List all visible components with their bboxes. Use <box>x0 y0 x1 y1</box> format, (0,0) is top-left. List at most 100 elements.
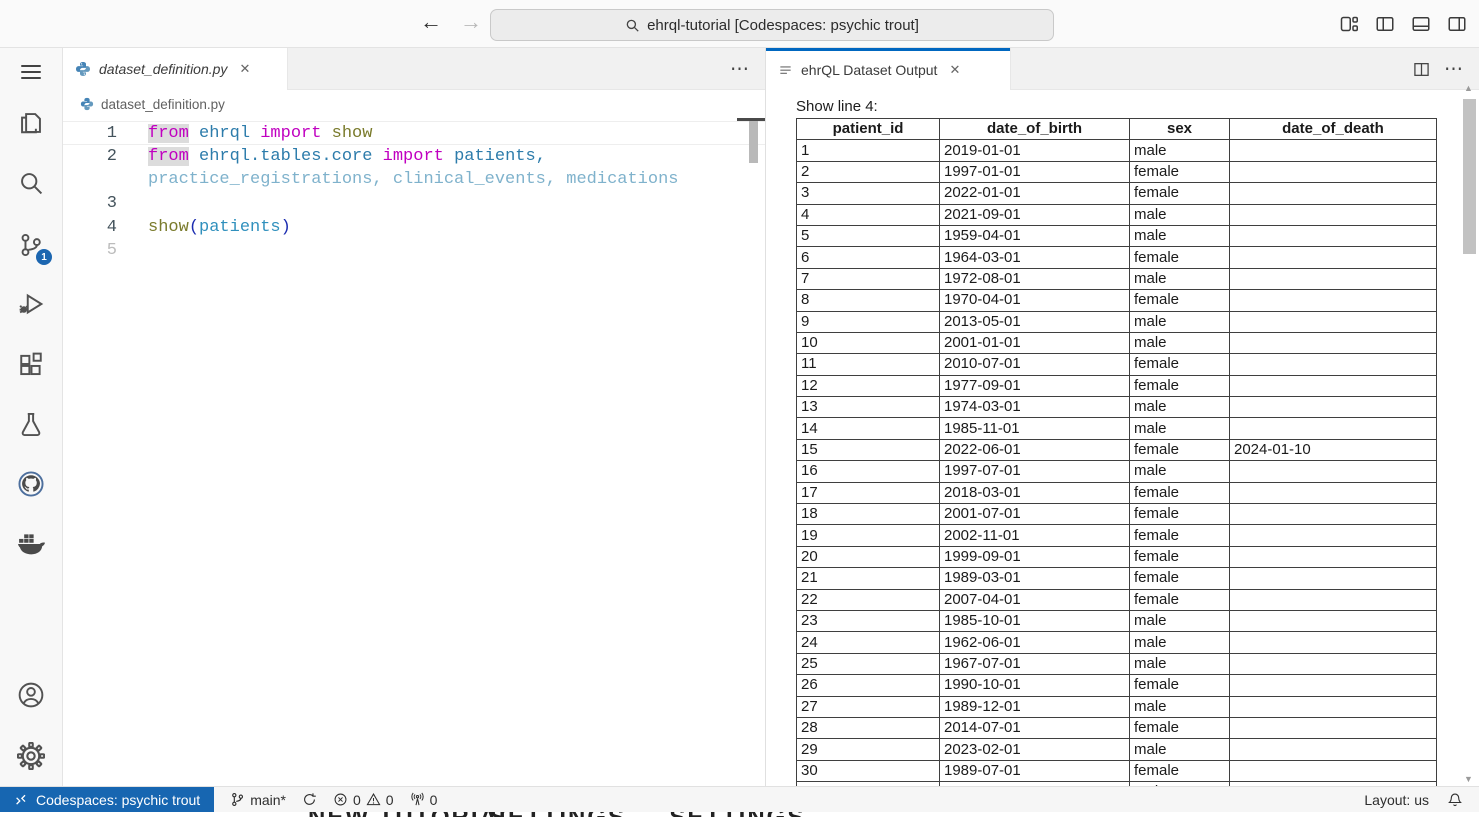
remote-indicator[interactable]: Codespaces: psychic trout <box>0 787 214 812</box>
code-line[interactable]: 2from ehrql.tables.core import patients, <box>63 145 765 169</box>
branch-label: main* <box>250 792 286 808</box>
code-line[interactable]: 5 <box>63 239 765 263</box>
toggle-secondary-sidebar-icon[interactable] <box>1447 14 1467 34</box>
notifications-bell[interactable] <box>1447 792 1463 808</box>
github-icon[interactable] <box>14 467 48 501</box>
table-cell: 23 <box>797 610 940 631</box>
command-center-search[interactable]: ehrql-tutorial [Codespaces: psychic trou… <box>490 9 1054 41</box>
ports-status[interactable]: 0 <box>410 792 438 808</box>
line-number: 1 <box>63 122 117 144</box>
branch-status[interactable]: main* <box>230 792 286 808</box>
table-cell <box>1230 375 1437 396</box>
code-line[interactable]: practice_registrations, clinical_events,… <box>63 168 765 192</box>
scroll-up-icon[interactable]: ▲ <box>1464 83 1473 93</box>
table-cell: 2022-06-01 <box>940 439 1130 460</box>
editor-scrollbar[interactable] <box>749 121 758 163</box>
accounts-icon[interactable] <box>14 678 48 712</box>
source-control-badge: 1 <box>36 249 52 265</box>
testing-icon[interactable] <box>14 407 48 441</box>
back-icon[interactable]: ← <box>420 9 442 35</box>
table-row: 121977-09-01female <box>797 375 1437 396</box>
table-cell: 17 <box>797 482 940 503</box>
table-cell <box>1230 183 1437 204</box>
table-row: 292023-02-01male <box>797 739 1437 760</box>
table-cell: female <box>1130 589 1230 610</box>
table-cell <box>1230 247 1437 268</box>
search-text: ehrql-tutorial [Codespaces: psychic trou… <box>647 17 919 34</box>
code-editor[interactable]: 1from ehrql import show2from ehrql.table… <box>63 118 765 263</box>
output-preview-icon <box>778 63 793 78</box>
source-control-icon[interactable]: 1 <box>14 228 48 262</box>
problems-status[interactable]: 0 0 <box>333 792 394 808</box>
tab-label: ehrQL Dataset Output <box>801 62 937 78</box>
table-row: 32022-01-01female <box>797 183 1437 204</box>
table-row: 282014-07-01female <box>797 717 1437 738</box>
breadcrumb[interactable]: dataset_definition.py <box>63 90 765 118</box>
table-cell: 1990-10-01 <box>940 675 1130 696</box>
scroll-down-icon[interactable]: ▼ <box>1464 774 1473 784</box>
table-cell: female <box>1130 546 1230 567</box>
table-cell: 21 <box>797 568 940 589</box>
search-view-icon[interactable] <box>14 166 48 200</box>
table-cell <box>1230 525 1437 546</box>
table-row: 271989-12-01male <box>797 696 1437 717</box>
customize-layout-icon[interactable] <box>1339 14 1359 34</box>
table-cell: male <box>1130 696 1230 717</box>
toggle-panel-icon[interactable] <box>1411 14 1431 34</box>
scrollbar-thumb[interactable] <box>1463 99 1476 254</box>
more-actions-icon[interactable]: ⋯ <box>1444 58 1463 81</box>
sync-button[interactable] <box>302 792 317 807</box>
table-cell <box>1230 418 1437 439</box>
table-cell: 1964-03-01 <box>940 247 1130 268</box>
table-row: 261990-10-01female <box>797 675 1437 696</box>
code-line[interactable]: 4show(patients) <box>63 216 765 240</box>
table-cell: 11 <box>797 354 940 375</box>
table-cell: female <box>1130 183 1230 204</box>
table-row: 42021-09-01male <box>797 204 1437 225</box>
forward-icon: → <box>460 9 482 35</box>
more-actions-icon[interactable]: ⋯ <box>730 58 749 81</box>
table-cell: female <box>1130 760 1230 781</box>
table-cell: 1985-10-01 <box>940 610 1130 631</box>
tab-ehrql-dataset-output[interactable]: ehrQL Dataset Output ✕ <box>766 48 1011 90</box>
table-cell <box>1230 204 1437 225</box>
code-line[interactable]: 3 <box>63 192 765 216</box>
menu-icon[interactable] <box>14 55 48 89</box>
table-cell <box>1230 354 1437 375</box>
error-count: 0 <box>353 792 361 808</box>
git-branch-icon <box>230 792 245 807</box>
table-cell <box>1230 653 1437 674</box>
tab-close-icon[interactable]: ✕ <box>239 61 250 77</box>
tab-label: dataset_definition.py <box>99 61 227 77</box>
warning-icon <box>366 792 381 807</box>
dataset-table: patient_iddate_of_birthsexdate_of_death … <box>796 118 1437 786</box>
table-row: 141985-11-01male <box>797 418 1437 439</box>
table-cell: 28 <box>797 717 940 738</box>
line-number: 4 <box>63 216 117 240</box>
table-cell: 1989-03-01 <box>940 568 1130 589</box>
tab-close-icon[interactable]: ✕ <box>949 62 960 78</box>
table-cell: male <box>1130 632 1230 653</box>
explorer-icon[interactable] <box>14 106 48 140</box>
extensions-icon[interactable] <box>14 347 48 381</box>
table-cell: 1972-08-01 <box>940 268 1130 289</box>
table-cell: female <box>1130 439 1230 460</box>
toggle-sidebar-icon[interactable] <box>1375 14 1395 34</box>
split-editor-icon[interactable] <box>1413 61 1430 78</box>
webview-scrollbar[interactable]: ▲ ▼ <box>1462 96 1477 778</box>
docker-icon[interactable] <box>14 527 48 561</box>
breadcrumb-file[interactable]: dataset_definition.py <box>101 97 225 112</box>
table-cell: 14 <box>797 418 940 439</box>
layout-status[interactable]: Layout: us <box>1364 792 1429 808</box>
table-row: 102001-01-01male <box>797 332 1437 353</box>
run-and-debug-icon[interactable] <box>14 287 48 321</box>
table-cell <box>1230 482 1437 503</box>
code-line[interactable]: 1from ehrql import show <box>63 121 765 145</box>
settings-gear-icon[interactable] <box>14 739 48 773</box>
table-cell: male <box>1130 225 1230 246</box>
tab-dataset-definition[interactable]: dataset_definition.py ✕ <box>63 48 288 90</box>
line-number: 5 <box>63 239 117 263</box>
line-number: 3 <box>63 192 117 216</box>
search-icon <box>625 18 640 33</box>
python-file-icon <box>80 97 94 111</box>
